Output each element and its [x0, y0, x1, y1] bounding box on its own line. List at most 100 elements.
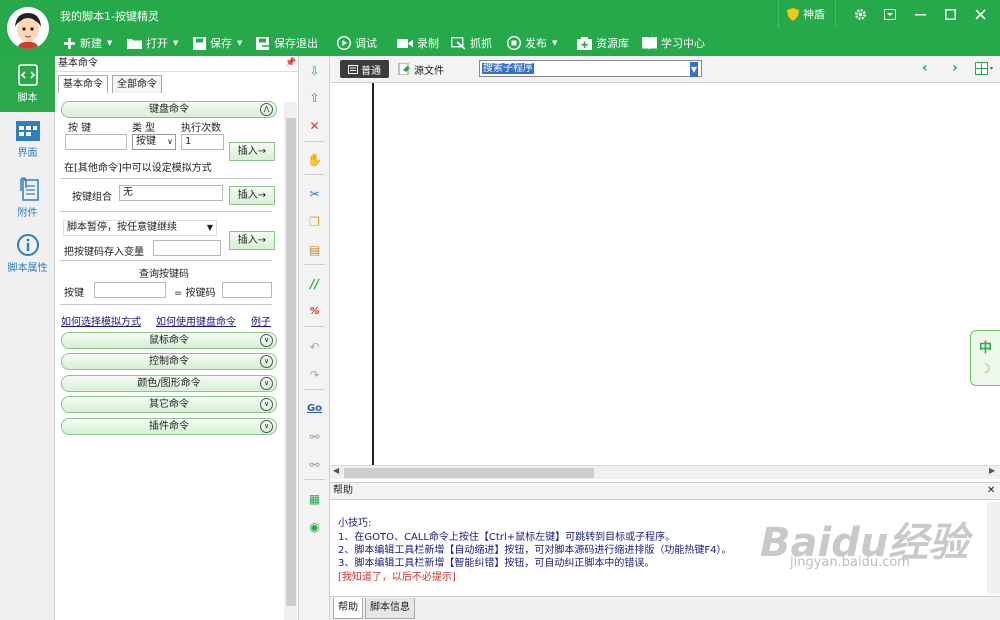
- uncomment-icon[interactable]: %: [306, 303, 323, 320]
- key-input[interactable]: [65, 134, 127, 150]
- link-keyboard-usage[interactable]: 如何使用键盘命令: [156, 313, 236, 328]
- bottom-tabs: 帮助 脚本信息: [330, 596, 1000, 620]
- tab-all-commands[interactable]: 全部命令: [112, 75, 162, 93]
- play-icon: [337, 36, 351, 50]
- dismiss-tip-link[interactable]: [我知道了，以后不必提示]: [338, 568, 456, 583]
- nav-item-ui[interactable]: 界面: [0, 112, 55, 168]
- scroll-left-icon[interactable]: ◀: [333, 466, 339, 475]
- keyboard-commands-label: 键盘命令: [149, 104, 189, 115]
- learn-center-button[interactable]: 学习中心: [642, 34, 705, 52]
- replace-icon[interactable]: ⚯: [306, 456, 323, 473]
- insert-pause-button[interactable]: 插入→: [229, 231, 275, 250]
- col-times-label: 执行次数: [181, 123, 221, 134]
- ui-icon: [15, 121, 40, 141]
- debug-button[interactable]: 调试: [337, 34, 377, 52]
- normal-view-button[interactable]: 普通: [340, 60, 389, 78]
- panel-scroll-thumb[interactable]: [286, 118, 296, 606]
- record-button[interactable]: 录制: [397, 34, 439, 52]
- copy-icon[interactable]: ❐: [306, 213, 323, 230]
- nav-item-script[interactable]: 脚本: [0, 56, 55, 112]
- divider: [304, 389, 325, 390]
- layout-grid-icon[interactable]: [975, 62, 995, 78]
- collapse-icon[interactable]: ⋀: [260, 103, 273, 116]
- expand-icon[interactable]: ∨: [260, 420, 273, 433]
- section-other-commands[interactable]: 其它命令 ∨: [61, 396, 277, 413]
- keyboard-commands-header[interactable]: 键盘命令 ⋀: [61, 101, 277, 118]
- nav-item-attach[interactable]: 附件: [0, 170, 55, 226]
- undo-icon[interactable]: ↶: [306, 338, 323, 355]
- expand-icon[interactable]: ∨: [260, 377, 273, 390]
- grid-icon[interactable]: ▦: [306, 490, 323, 507]
- skin-icon[interactable]: [875, 0, 905, 28]
- type-select[interactable]: 按键 ∨: [132, 134, 176, 150]
- pause-select[interactable]: 脚本暂停，按任意键继续 ▼: [63, 220, 217, 236]
- new-button[interactable]: 新建 ▼: [63, 34, 112, 52]
- watermark-url: jingyan.baidu.com: [790, 555, 910, 570]
- eye-icon[interactable]: ◉: [306, 518, 323, 535]
- source-view-button[interactable]: 源文件: [398, 60, 444, 78]
- move-down-icon[interactable]: ⇩: [306, 62, 323, 79]
- insert-combo-button[interactable]: 插入→: [229, 186, 275, 205]
- left-nav: 脚本 界面 附件 脚本属性: [0, 56, 55, 620]
- combo-input[interactable]: 无: [119, 185, 223, 201]
- find-icon[interactable]: ⚯: [306, 428, 323, 445]
- divider: [304, 141, 325, 142]
- section-control-commands[interactable]: 控制命令 ∨: [61, 353, 277, 370]
- library-button[interactable]: 资源库: [577, 34, 629, 52]
- expand-icon[interactable]: ∨: [260, 355, 273, 368]
- delete-icon[interactable]: ✕: [306, 117, 323, 134]
- section-color-commands[interactable]: 颜色/图形命令 ∨: [61, 375, 277, 392]
- hscroll-thumb[interactable]: [344, 468, 594, 478]
- help-scrollbar[interactable]: [987, 502, 1000, 594]
- redo-icon[interactable]: ↷: [306, 366, 323, 383]
- query-key-input[interactable]: [94, 282, 166, 298]
- nav-ui-label: 界面: [17, 148, 38, 159]
- save-exit-button[interactable]: 保存退出: [256, 34, 318, 52]
- save-button[interactable]: 保存 ▼: [193, 34, 242, 52]
- expand-icon[interactable]: ∨: [260, 334, 273, 347]
- paste-icon[interactable]: ▤: [306, 241, 323, 258]
- move-up-icon[interactable]: ⇧: [306, 89, 323, 106]
- expand-icon[interactable]: ∨: [260, 398, 273, 411]
- camera-icon: [397, 38, 413, 48]
- section-plugin-commands[interactable]: 插件命令 ∨: [61, 418, 277, 435]
- publish-label: 发布: [525, 37, 547, 50]
- script-editor[interactable]: [330, 83, 1000, 466]
- minimize-icon[interactable]: [905, 0, 935, 28]
- nav-item-props[interactable]: 脚本属性: [0, 226, 55, 282]
- cut-icon[interactable]: ✂: [306, 185, 323, 202]
- goto-icon[interactable]: Go: [306, 400, 323, 417]
- ime-indicator[interactable]: 中 ☽: [970, 330, 1000, 386]
- section-mouse-commands[interactable]: 鼠标命令 ∨: [61, 332, 277, 349]
- query-code-input[interactable]: [222, 282, 272, 298]
- save-var-input[interactable]: [153, 240, 221, 256]
- shield-button[interactable]: 神盾: [778, 0, 836, 28]
- capture-icon: [451, 36, 466, 50]
- editor-hscrollbar[interactable]: ◀ ▶: [330, 465, 1000, 479]
- close-icon[interactable]: [965, 0, 995, 28]
- open-button[interactable]: 打开 ▼: [127, 34, 178, 52]
- link-example[interactable]: 例子: [251, 313, 271, 328]
- link-simulate-method[interactable]: 如何选择模拟方式: [61, 313, 141, 328]
- close-help-icon[interactable]: ✕: [987, 483, 995, 499]
- times-input[interactable]: 1: [181, 134, 224, 150]
- publish-button[interactable]: 发布 ▼: [507, 34, 557, 52]
- subroutine-search-select[interactable]: 搜索子程序 ▼: [479, 60, 702, 77]
- pin-icon[interactable]: 📌: [285, 58, 296, 68]
- hand-icon[interactable]: ✋: [306, 151, 323, 168]
- tab-help[interactable]: 帮助: [333, 598, 363, 619]
- capture-button[interactable]: 抓抓: [451, 34, 492, 52]
- tab-script-info[interactable]: 脚本信息: [365, 598, 415, 619]
- scroll-right-icon[interactable]: ▶: [989, 466, 995, 475]
- dropdown-arrow-icon: ∨: [167, 137, 173, 146]
- next-arrow-icon[interactable]: ›: [952, 60, 958, 76]
- col-type-label: 类 型: [132, 123, 156, 134]
- insert-key-button[interactable]: 插入→: [229, 142, 275, 161]
- user-avatar[interactable]: [7, 7, 49, 49]
- settings-gear-icon[interactable]: [845, 0, 875, 28]
- maximize-icon[interactable]: [935, 0, 965, 28]
- tab-basic-commands[interactable]: 基本命令: [58, 75, 108, 93]
- prev-arrow-icon[interactable]: ‹: [922, 60, 928, 76]
- comment-icon[interactable]: //: [306, 275, 323, 292]
- capture-label: 抓抓: [470, 37, 492, 50]
